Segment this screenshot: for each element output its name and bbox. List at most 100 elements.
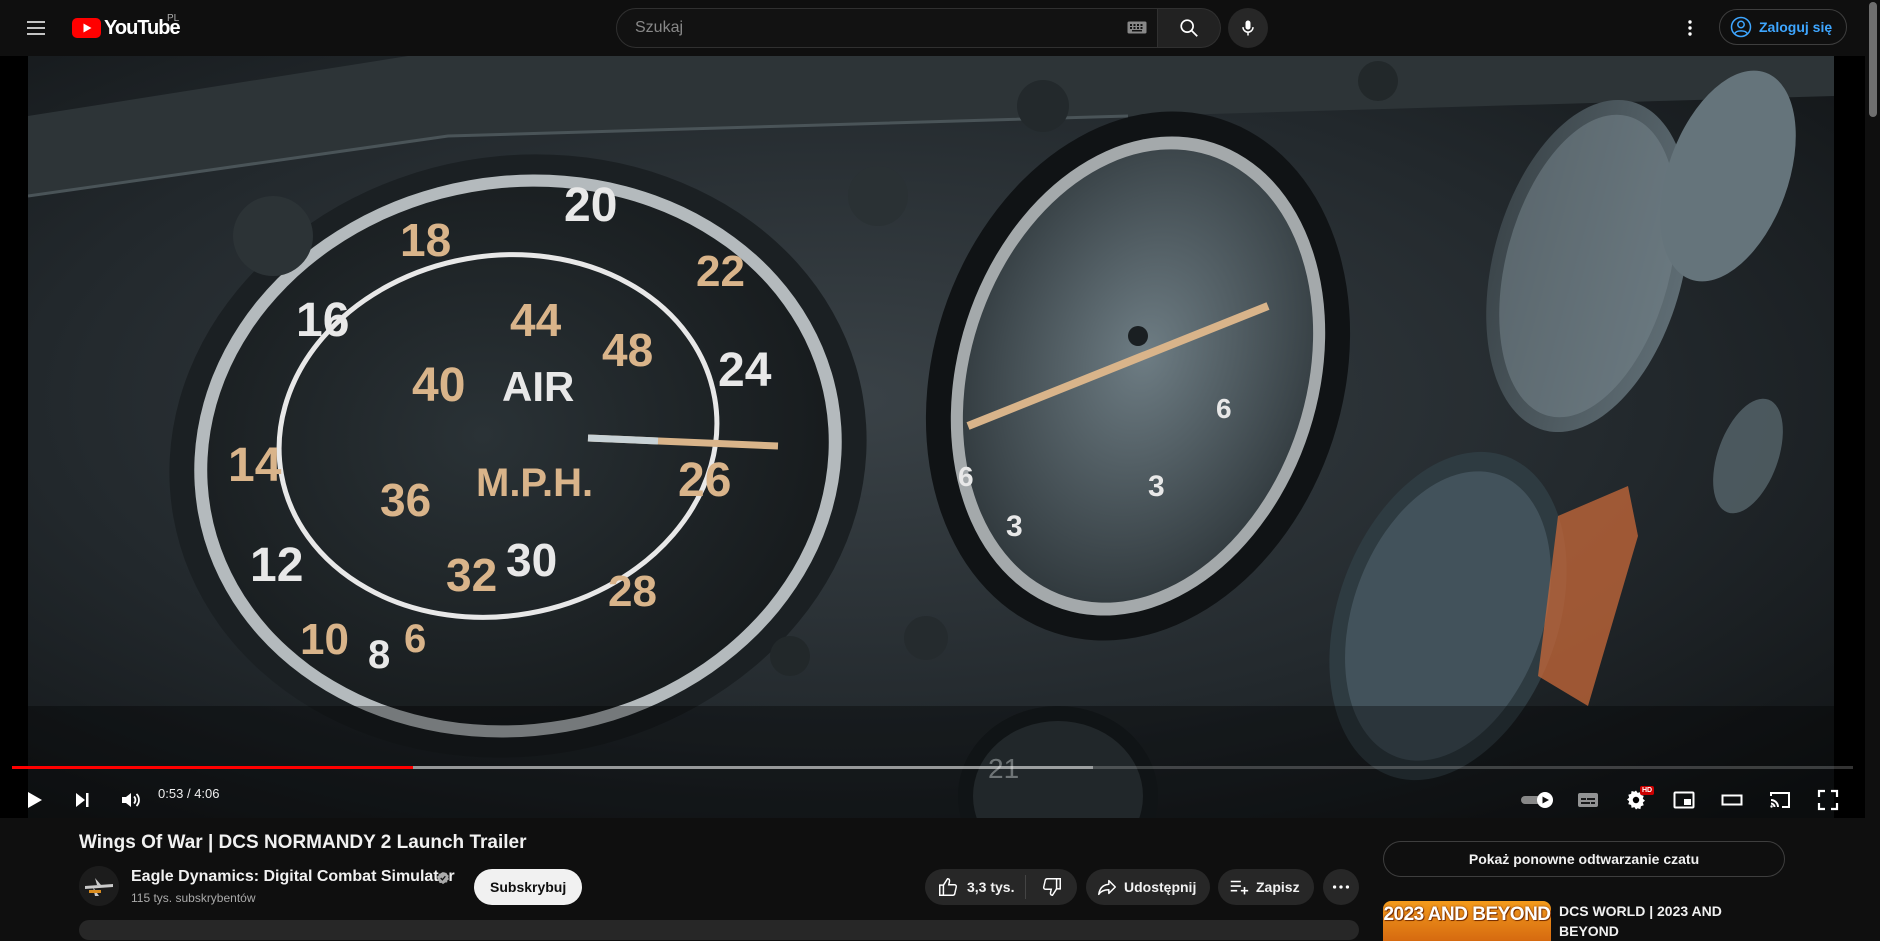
svg-text:6: 6 [1216,393,1232,424]
mute-button[interactable] [110,776,150,818]
share-icon [1098,879,1116,896]
verified-badge-icon [436,871,450,885]
channel-logo-icon [79,866,119,906]
horizontal-dots-icon [1332,885,1350,889]
search-button[interactable] [1158,8,1221,48]
hamburger-icon [27,21,45,35]
like-dislike-group: 3,3 tys. [925,869,1077,905]
video-title: Wings Of War | DCS NORMANDY 2 Launch Tra… [79,832,527,853]
skip-next-icon [76,793,89,807]
subscribe-button[interactable]: Subskrybuj [474,869,583,905]
svg-text:22: 22 [696,247,745,296]
sign-in-label: Zaloguj się [1759,19,1833,35]
share-button[interactable]: Udostępnij [1086,869,1211,905]
fullscreen-icon [1817,789,1839,811]
dislike-button[interactable] [1026,869,1077,905]
next-button[interactable] [62,776,102,818]
svg-text:18: 18 [400,214,451,266]
recommended-video-title[interactable]: DCS WORLD | 2023 AND BEYOND [1559,901,1759,941]
subtitles-icon [1578,793,1598,807]
guide-menu-button[interactable] [16,8,56,48]
video-player[interactable]: 6 8 10 12 14 16 18 20 22 24 26 28 30 32 … [0,56,1865,818]
search-box [616,8,1158,48]
svg-text:8: 8 [368,633,390,677]
cast-button[interactable] [1760,776,1800,818]
svg-text:12: 12 [250,539,303,592]
channel-avatar[interactable] [79,866,119,906]
save-label: Zapisz [1256,879,1300,895]
thumbs-up-icon [939,878,958,896]
video-frame[interactable]: 6 8 10 12 14 16 18 20 22 24 26 28 30 32 … [28,56,1834,818]
scrollbar-thumb[interactable] [1869,2,1877,117]
channel-name[interactable]: Eagle Dynamics: Digital Combat Simulator [131,868,455,886]
progress-bar[interactable] [12,766,1853,769]
miniplayer-button[interactable] [1664,776,1704,818]
fullscreen-button[interactable] [1808,776,1848,818]
masthead: YouTube PL Zaloguj się [0,0,1865,56]
time-display: 0:53 / 4:06 [158,786,220,801]
cast-icon [1770,792,1790,808]
svg-text:40: 40 [412,359,465,412]
svg-text:3: 3 [1006,510,1023,543]
svg-text:30: 30 [506,534,557,586]
voice-search-button[interactable] [1228,8,1268,48]
search-bar [616,8,1221,48]
svg-text:48: 48 [602,324,653,376]
svg-text:6: 6 [404,617,426,661]
svg-text:6: 6 [958,461,974,492]
svg-text:3: 3 [1148,470,1165,503]
region-code: PL [167,13,180,24]
page-scrollbar[interactable] [1865,0,1880,931]
like-count: 3,3 tys. [967,879,1015,895]
theater-mode-icon [1721,794,1743,806]
svg-text:44: 44 [510,294,562,346]
save-button[interactable]: Zapisz [1218,869,1314,905]
autoplay-toggle-icon [1521,792,1553,808]
sign-in-button[interactable]: Zaloguj się [1719,9,1848,45]
settings-button[interactable]: HD [1616,776,1656,818]
show-chat-replay-button[interactable]: Pokaż ponowne odtwarzanie czatu [1383,841,1785,877]
thumbnail-text: 2023 AND BEYOND [1383,904,1551,925]
subtitles-button[interactable] [1568,776,1608,818]
theater-mode-button[interactable] [1712,776,1752,818]
svg-text:M.P.H.: M.P.H. [476,461,593,505]
microphone-icon [1242,20,1254,36]
play-icon [28,792,42,808]
youtube-logo[interactable]: YouTube PL [72,13,181,40]
share-label: Udostępnij [1124,879,1197,895]
svg-text:16: 16 [296,294,349,347]
recommended-thumbnail[interactable]: 2023 AND BEYOND [1383,901,1551,941]
search-icon [1180,19,1198,37]
chat-replay-label: Pokaż ponowne odtwarzanie czatu [1468,851,1700,867]
description-box[interactable] [79,920,1359,940]
play-button[interactable] [14,776,54,818]
svg-text:32: 32 [446,549,497,601]
volume-icon [122,793,140,807]
svg-text:36: 36 [380,474,431,526]
svg-text:20: 20 [564,179,617,232]
settings-menu-button[interactable] [1670,8,1710,48]
time-separator: / [186,786,191,801]
vertical-dots-icon [1688,20,1692,36]
user-circle-icon [1730,16,1752,38]
more-actions-button[interactable] [1323,869,1359,905]
svg-text:AIR: AIR [502,363,574,410]
subscriber-count: 115 tys. subskrybentów [131,891,256,905]
search-input[interactable] [633,18,1107,38]
svg-text:10: 10 [300,615,349,664]
svg-text:26: 26 [678,454,731,507]
keyboard-icon[interactable] [1127,21,1147,34]
current-time: 0:53 [158,786,184,801]
thumbs-down-icon [1042,878,1061,896]
duration: 4:06 [194,786,220,801]
video-still-cockpit-gauges: 6 8 10 12 14 16 18 20 22 24 26 28 30 32 … [28,56,1834,818]
add-to-playlist-icon [1230,880,1249,895]
like-button[interactable]: 3,3 tys. [925,869,1025,905]
svg-text:28: 28 [608,567,657,616]
progress-played [12,766,414,769]
hd-badge: HD [1640,786,1655,795]
svg-text:24: 24 [718,344,772,397]
youtube-play-logo-icon [72,18,101,38]
autoplay-toggle[interactable] [1516,776,1560,818]
svg-text:14: 14 [228,439,282,492]
